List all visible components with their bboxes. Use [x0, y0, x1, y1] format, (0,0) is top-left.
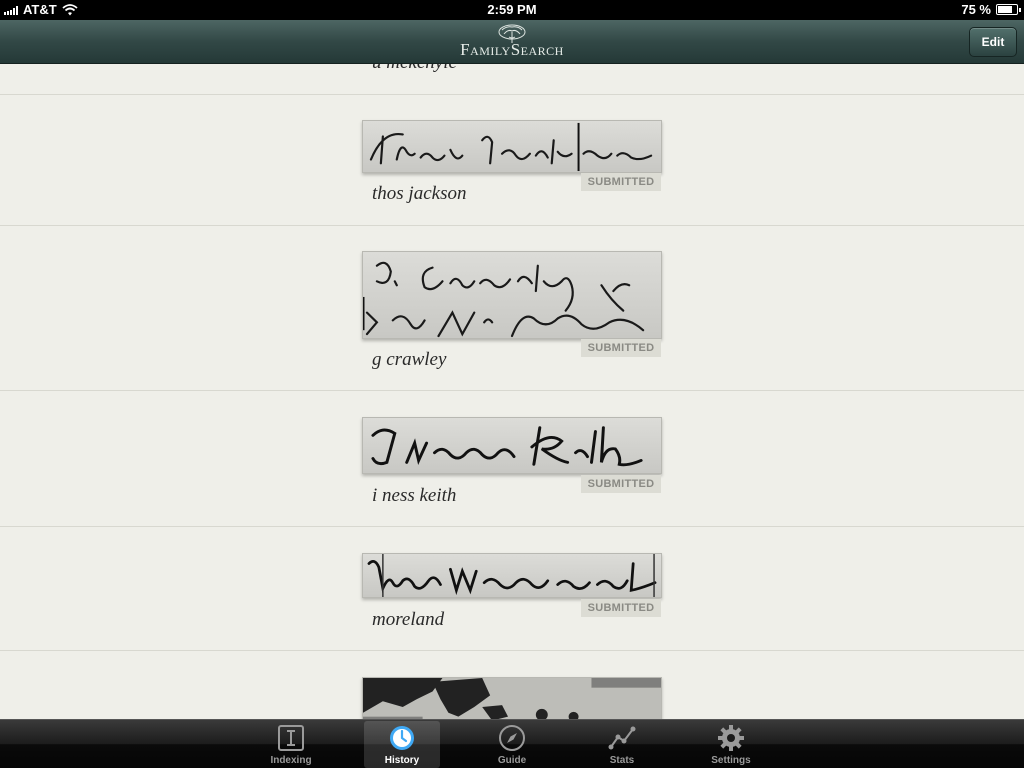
record-image-snippet [362, 553, 662, 598]
record-name: g crawley [372, 349, 447, 370]
record-image-snippet [362, 251, 662, 339]
indexing-icon [278, 725, 304, 751]
record-name: moreland [372, 609, 445, 630]
status-time: 2:59 PM [487, 2, 537, 17]
navigation-bar: FamilySearch Edit [0, 20, 1024, 64]
record-name: thos jackson [372, 183, 467, 204]
tab-label: History [384, 755, 420, 766]
tab-label: Indexing [270, 755, 312, 766]
stats-icon [608, 726, 636, 750]
submitted-badge: SUBMITTED [581, 173, 661, 191]
compass-icon [499, 725, 525, 751]
history-row[interactable]: SUBMITTED thos jackson [0, 95, 1024, 226]
tab-label: Settings [711, 755, 751, 766]
record-image-snippet [362, 120, 662, 173]
tab-guide[interactable]: Guide [474, 721, 550, 768]
tab-label: Stats [609, 755, 635, 766]
tab-bar: Indexing History Guide Stats Settings [0, 719, 1024, 768]
record-name: u mckenyie [372, 64, 457, 74]
edit-button[interactable]: Edit [969, 27, 1017, 57]
record-image-snippet [362, 677, 662, 719]
status-bar: AT&T 2:59 PM 75 % [0, 0, 1024, 20]
history-row[interactable]: u mckenyie [0, 64, 1024, 95]
submitted-badge: SUBMITTED [581, 475, 661, 493]
history-row[interactable]: SUBMITTED moreland [0, 527, 1024, 651]
history-row[interactable] [0, 651, 1024, 719]
logo-text: FamilySearch [460, 40, 564, 59]
record-name: i ness keith [372, 485, 457, 506]
tab-indexing[interactable]: Indexing [253, 721, 329, 768]
battery-percent: 75 % [961, 2, 991, 17]
history-row[interactable]: SUBMITTED i ness keith [0, 391, 1024, 527]
clock-icon [390, 726, 414, 750]
status-right: 75 % [961, 2, 1021, 17]
submitted-badge: SUBMITTED [581, 599, 661, 617]
battery-icon [996, 4, 1021, 15]
gear-icon [718, 725, 744, 751]
tab-settings[interactable]: Settings [693, 721, 769, 768]
tab-label: Guide [497, 755, 527, 766]
tab-stats[interactable]: Stats [584, 721, 660, 768]
record-image-snippet [362, 417, 662, 474]
history-list[interactable]: u mckenyie SUBMITTED thos jackson [0, 64, 1024, 719]
history-row[interactable]: SUBMITTED g crawley [0, 226, 1024, 391]
app-screen: AT&T 2:59 PM 75 % FamilySearch Edit SUBM… [0, 0, 1024, 768]
familysearch-logo: FamilySearch [0, 24, 1024, 60]
submitted-badge: SUBMITTED [581, 339, 661, 357]
tab-history[interactable]: History [364, 721, 440, 768]
